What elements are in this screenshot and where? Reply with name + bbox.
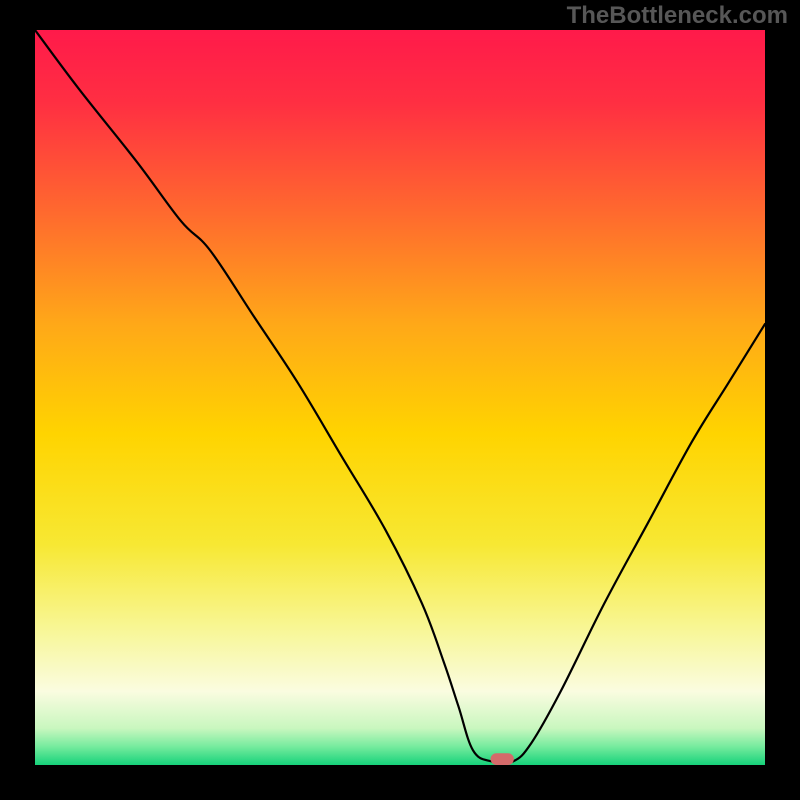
bottleneck-chart: [35, 30, 765, 765]
plot-area: [35, 30, 765, 765]
gradient-background: [35, 30, 765, 765]
optimal-point-marker: [491, 753, 514, 765]
watermark-label: TheBottleneck.com: [567, 2, 788, 30]
chart-frame: TheBottleneck.com: [0, 0, 800, 800]
